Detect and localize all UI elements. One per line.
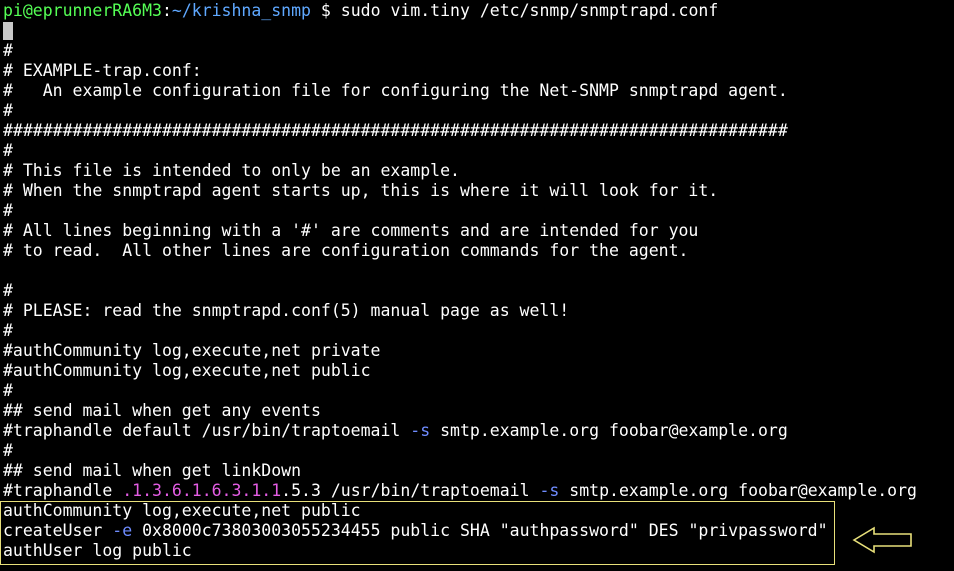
file-line-traphandle-oid: #traphandle .1.3.6.1.6.3.1.1.5.3 /usr/bi… [3,481,917,501]
option-flag: -s [410,421,431,440]
line-text: #traphandle default /usr/bin/traptoemail [3,421,411,440]
line-text: /usr/bin/traptoemail [320,481,540,500]
file-line: # PLEASE: read the snmptrapd.conf(5) man… [3,301,570,320]
shell-prompt-line: pi@eprunnerRA6M3:~/krishna_snmp $ sudo v… [3,1,718,21]
terminal-window[interactable]: pi@eprunnerRA6M3:~/krishna_snmp $ sudo v… [0,0,954,571]
file-line: ########################################… [3,121,788,140]
line-text: smtp.example.org foobar@example.org [559,481,917,500]
prompt-path: ~/krishna_snmp [171,1,311,20]
prompt-colon: : [161,1,172,20]
file-line: # [3,281,13,300]
file-line: #authCommunity log,execute,net private [3,341,381,360]
file-line: # [3,141,13,160]
file-line: ## send mail when get any events [3,401,321,420]
file-line: # [3,321,13,340]
left-arrow-icon [852,526,912,554]
prompt-user-host: pi@eprunnerRA6M3 [3,1,162,20]
command-text: sudo vim.tiny /etc/snmp/snmptrapd.conf [340,1,719,20]
file-line: # [3,381,13,400]
file-line: # This file is intended to only be an ex… [3,161,460,180]
file-line: # [3,201,13,220]
file-line: # [3,441,13,460]
file-line: ## send mail when get linkDown [3,461,302,480]
file-line: # [3,41,13,60]
file-line-traphandle-default: #traphandle default /usr/bin/traptoemail… [3,421,788,441]
option-flag: -s [539,481,560,500]
annotation-highlight-box [0,501,835,565]
file-line: # [3,101,13,120]
prompt-dollar: $ [310,1,341,20]
file-line: # An example configuration file for conf… [3,81,788,100]
file-line: # All lines beginning with a '#' are com… [3,221,699,240]
file-line: # When the snmptrapd agent starts up, th… [3,181,719,200]
file-line: # to read. All other lines are configura… [3,241,689,260]
text-cursor [3,22,13,40]
oid-rest: .5.3 [281,481,321,500]
oid-highlight: .1.3.6.1.6.3.1.1 [122,481,282,500]
file-line: # EXAMPLE-trap.conf: [3,61,202,80]
file-line: #authCommunity log,execute,net public [3,361,371,380]
line-text: smtp.example.org foobar@example.org [430,421,788,440]
line-text: #traphandle [3,481,123,500]
